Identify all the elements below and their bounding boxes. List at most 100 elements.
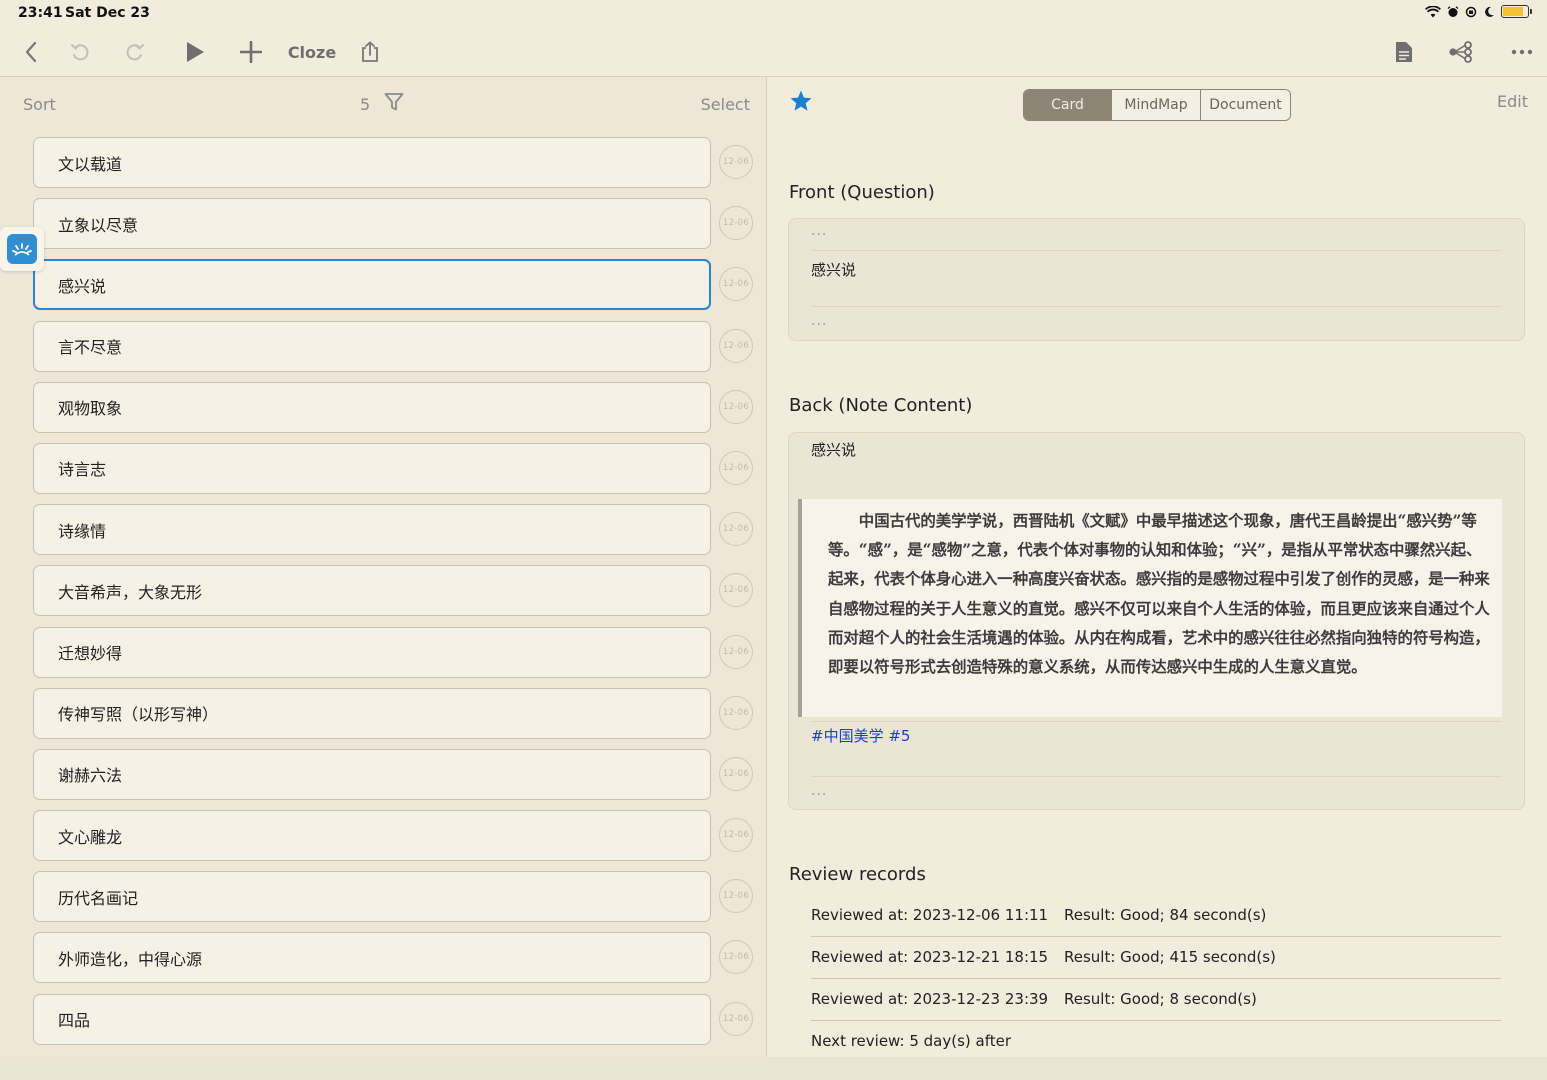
card-date-badge: 12-06 [719, 206, 753, 241]
card-date-badge: 12-06 [719, 573, 753, 608]
list-item: 观物取象 12-06 [33, 381, 758, 443]
back-content-box[interactable]: 感兴说 中国古代的美学学说，西晋陆机《文赋》中最早描述这个现象，唐代王昌龄提出“… [788, 432, 1525, 810]
document-icon [1396, 42, 1412, 62]
back-quote-text: 中国古代的美学学说，西晋陆机《文赋》中最早描述这个现象，唐代王昌龄提出“感兴势”… [828, 512, 1490, 677]
ellipsis-icon [1511, 49, 1533, 55]
list-item: 大音希声，大象无形 12-06 [33, 565, 758, 626]
card-date-badge: 12-06 [719, 634, 753, 669]
review-time: Reviewed at: 2023-12-06 11:11 [811, 906, 1049, 924]
card-date-badge: 12-06 [719, 879, 753, 914]
list-item: 文以载道 12-06 [33, 137, 758, 198]
list-item: 外师造化，中得心源 12-06 [33, 932, 758, 993]
play-icon [187, 42, 204, 62]
mindmap-icon [1449, 41, 1472, 63]
edit-button[interactable]: Edit [1497, 92, 1528, 111]
tab-mindmap[interactable]: MindMap [1111, 90, 1200, 120]
next-review-text: Next review: 5 day(s) after [811, 1032, 1011, 1050]
filter-button[interactable] [384, 92, 404, 116]
play-button[interactable] [180, 28, 210, 76]
back-tags[interactable]: #中国美学 #5 [811, 725, 910, 746]
review-record: Reviewed at: 2023-12-21 18:15 Result: Go… [811, 937, 1501, 979]
front-text: 感兴说 [811, 261, 857, 279]
list-item: 传神写照（以形写神） 12-06 [33, 687, 758, 749]
document-button[interactable] [1390, 28, 1418, 76]
favorite-button[interactable] [789, 89, 813, 117]
card-item[interactable]: 迁想妙得 [33, 626, 711, 678]
add-button[interactable] [236, 28, 266, 76]
floating-assistant-button[interactable] [0, 227, 44, 271]
review-section-title: Review records [789, 864, 926, 885]
review-result: Result: Good; 8 second(s) [1064, 990, 1257, 1008]
card-date-badge: 12-06 [719, 695, 753, 730]
review-time: Reviewed at: 2023-12-21 18:15 [811, 948, 1049, 966]
review-result: Result: Good; 84 second(s) [1064, 906, 1267, 924]
card-list: 文以载道 12-06 立象以尽意 12-06 感兴说 12-06 言不尽意 12-06 观物取象… [33, 137, 758, 1055]
cloze-label: Cloze [287, 42, 337, 62]
back-quote-block: 中国古代的美学学说，西晋陆机《文赋》中最早描述这个现象，唐代王昌龄提出“感兴势”… [798, 499, 1502, 717]
card-date-badge: 12-06 [719, 512, 753, 547]
status-time: 23:41 [18, 5, 63, 21]
card-date-badge: 12-06 [719, 818, 753, 853]
toolbar: Cloze [0, 28, 1547, 76]
review-record: Reviewed at: 2023-12-06 11:11 Result: Go… [811, 895, 1501, 937]
status-bar: 23:41 Sat Dec 23 [0, 0, 1547, 28]
list-item: 立象以尽意 12-06 [33, 198, 758, 259]
mindmap-button[interactable] [1446, 28, 1474, 76]
sort-button[interactable]: Sort [23, 95, 56, 114]
undo-button[interactable] [66, 28, 94, 76]
card-item[interactable]: 外师造化，中得心源 [33, 932, 711, 984]
card-date-badge: 12-06 [719, 940, 753, 975]
list-item: 历代名画记 12-06 [33, 871, 758, 932]
more-button[interactable] [1508, 28, 1536, 76]
card-date-badge: 12-06 [719, 389, 753, 424]
view-segmented-control: Card MindMap Document [1023, 89, 1291, 121]
card-count: 5 [360, 95, 371, 114]
list-item: 诗缘情 12-06 [33, 504, 758, 565]
card-item[interactable]: 感兴说 [33, 259, 711, 311]
share-icon [362, 41, 378, 62]
card-item[interactable]: 观物取象 [33, 381, 711, 433]
redo-button[interactable] [121, 28, 149, 76]
wifi-icon [1425, 5, 1441, 17]
card-item[interactable]: 立象以尽意 [33, 198, 711, 250]
alarm-icon [1447, 5, 1459, 17]
moon-icon [1485, 6, 1494, 17]
list-item: 谢赫六法 12-06 [33, 748, 758, 810]
card-item[interactable]: 言不尽意 [33, 320, 711, 372]
status-icons [1425, 5, 1532, 18]
tab-card[interactable]: Card [1024, 90, 1111, 120]
card-item[interactable]: 大音希声，大象无形 [33, 565, 711, 617]
card-item[interactable]: 诗缘情 [33, 504, 711, 556]
card-date-badge: 12-06 [719, 328, 753, 363]
list-item: 言不尽意 12-06 [33, 320, 758, 382]
card-list-pane: Sort 5 Select 文以载道 12-06 立象以尽意 12-06 感兴说 12-0… [0, 77, 767, 1080]
select-button[interactable]: Select [701, 95, 750, 114]
front-section-title: Front (Question) [789, 182, 935, 203]
card-detail-pane: Card MindMap Document Edit Front (Questi… [767, 77, 1547, 1057]
card-item[interactable]: 文以载道 [33, 137, 711, 188]
card-item[interactable]: 文心雕龙 [33, 810, 711, 862]
bottom-strip [0, 1057, 1547, 1080]
status-date: Sat Dec 23 [65, 5, 150, 21]
card-item[interactable]: 传神写照（以形写神） [33, 687, 711, 739]
filter-icon [384, 93, 404, 111]
chevron-left-icon [25, 41, 37, 63]
front-content-box[interactable]: ... 感兴说 ... [788, 218, 1525, 341]
cloze-button[interactable]: Cloze [288, 28, 336, 76]
redo-icon [126, 44, 144, 61]
plus-icon [240, 41, 262, 63]
card-item[interactable]: 谢赫六法 [33, 748, 711, 800]
list-item: 感兴说 12-06 [33, 259, 758, 320]
back-button[interactable] [16, 28, 46, 76]
card-item[interactable]: 诗言志 [33, 442, 711, 494]
list-item: 文心雕龙 12-06 [33, 810, 758, 871]
card-item[interactable]: 历代名画记 [33, 871, 711, 923]
review-record: Reviewed at: 2023-12-23 23:39 Result: Go… [811, 979, 1501, 1021]
card-item[interactable]: 四品 [33, 993, 711, 1045]
star-icon [790, 90, 812, 111]
review-result: Result: Good; 415 second(s) [1064, 948, 1276, 966]
lock-rotation-icon [1465, 6, 1477, 17]
tab-document[interactable]: Document [1200, 90, 1290, 120]
share-button[interactable] [356, 28, 384, 76]
list-item: 诗言志 12-06 [33, 442, 758, 504]
